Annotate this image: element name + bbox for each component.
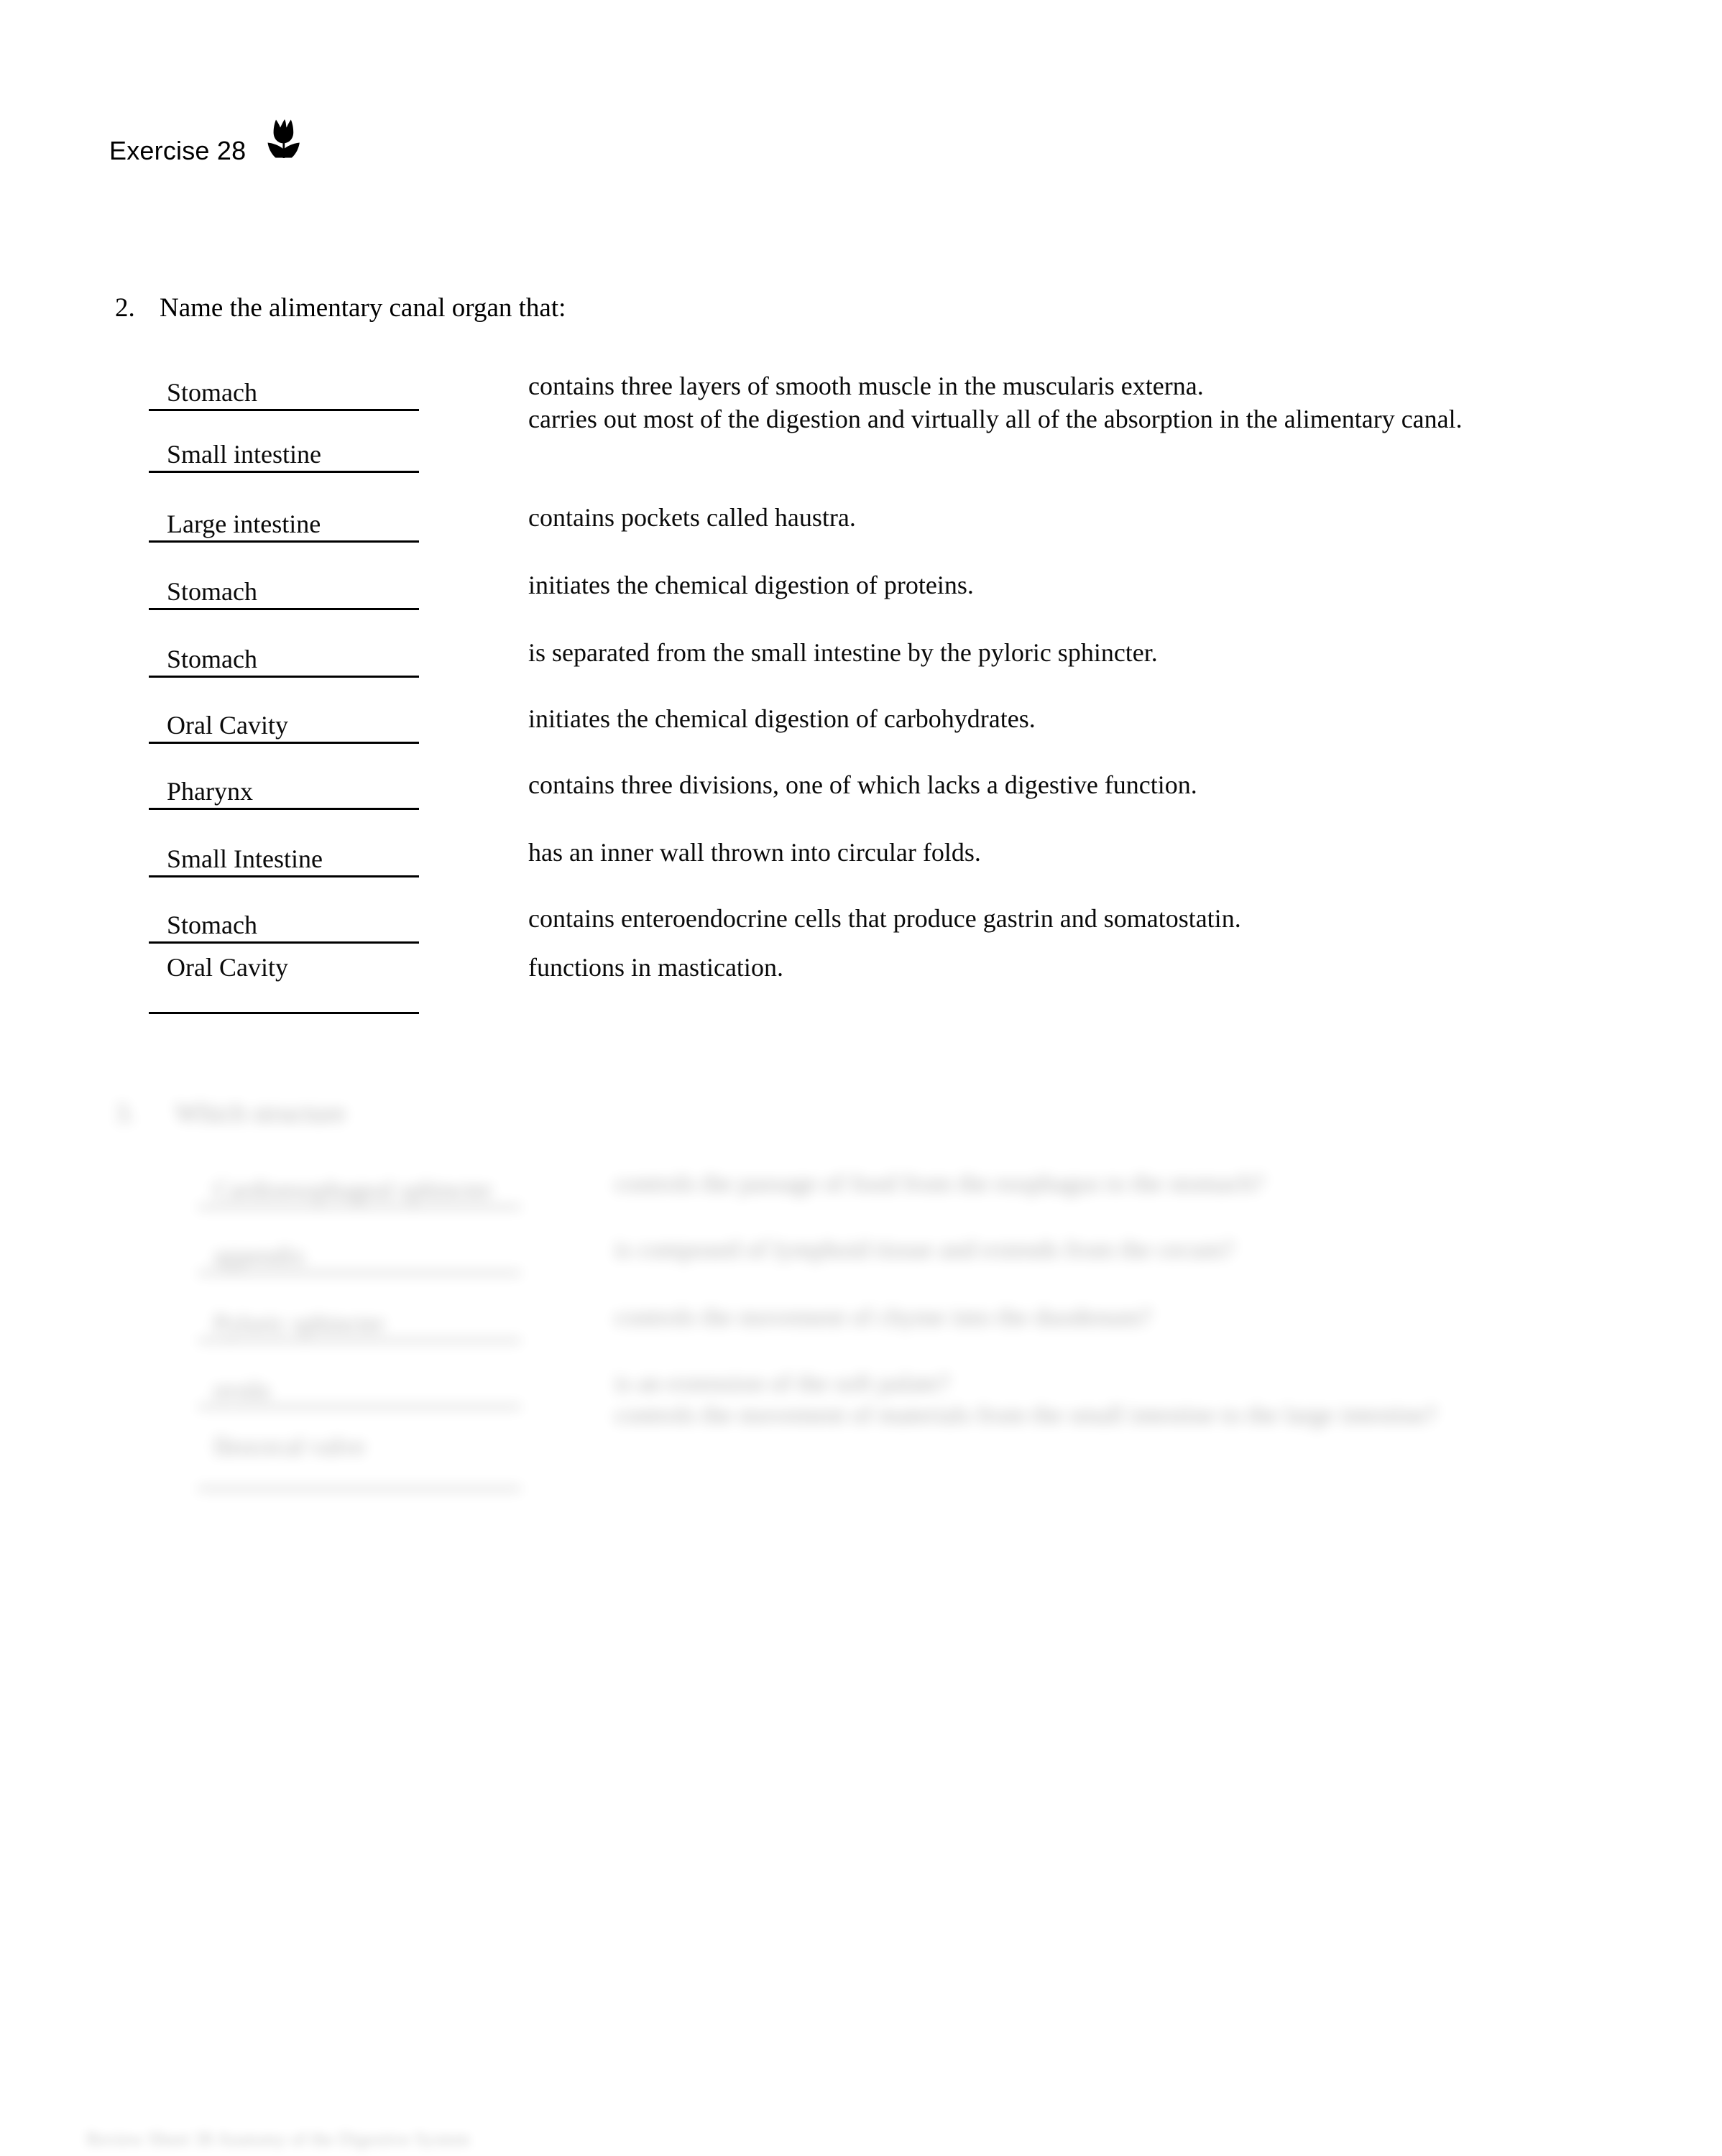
answer-value: Cardioesophageal sphincter: [213, 1176, 492, 1204]
answer-blank[interactable]: appendix: [198, 1234, 521, 1274]
answer-value: Pharynx: [167, 777, 253, 806]
answer-value: Ileocecal valve: [213, 1432, 365, 1460]
tulip-icon: [262, 119, 308, 162]
page-footer: Review Sheet 38 Anatomy of the Digestive…: [86, 2129, 470, 2150]
answer-description: functions in mastication.: [528, 953, 783, 982]
answer-value: Small Intestine: [167, 844, 323, 873]
answer-blank[interactable]: Stomach: [149, 903, 419, 944]
answer-value: Stomach: [167, 645, 257, 673]
answer-value: Stomach: [167, 911, 257, 939]
question-3-prompt: Which structure: [175, 1099, 346, 1128]
answer-value: Pyloric sphincter: [213, 1309, 385, 1337]
answer-description: carries out most of the digestion and vi…: [528, 405, 1463, 433]
answer-blank[interactable]: Stomach: [149, 371, 419, 411]
answer-row: Ileocecal valve controls the movement of…: [0, 1401, 1722, 1507]
question-3-rows: Cardioesophageal sphincter controls the …: [0, 1168, 1722, 1507]
answer-blank[interactable]: Stomach: [149, 637, 419, 678]
answer-blank[interactable]: Pharynx: [149, 770, 419, 810]
question-2-prompt: Name the alimentary canal organ that:: [160, 293, 566, 323]
question-2-header: 2. Name the alimentary canal organ that:: [0, 292, 1722, 325]
answer-blank[interactable]: Small intestine: [149, 433, 419, 473]
answer-row: appendix is composed of lymphoid tissue …: [0, 1234, 1722, 1304]
answer-value: Stomach: [167, 577, 257, 606]
answer-row: uvula is an extension of the soft palate…: [0, 1368, 1722, 1435]
answer-description: contains enteroendocrine cells that prod…: [528, 904, 1241, 933]
answer-row: Oral Cavity functions in mastication.: [0, 953, 1722, 1027]
answer-blank[interactable]: Oral Cavity: [149, 948, 419, 1014]
answer-description: controls the passage of food from the es…: [614, 1169, 1264, 1197]
page-title: Exercise 28: [109, 136, 247, 165]
answer-description: is composed of lymphoid tissue and exten…: [614, 1235, 1235, 1263]
answer-blank[interactable]: Oral Cavity: [149, 704, 419, 744]
answer-description: has an inner wall thrown into circular f…: [528, 838, 981, 867]
answer-value: Stomach: [167, 378, 257, 407]
answer-row: Stomach is separated from the small inte…: [0, 638, 1722, 708]
answer-row: Small intestine carries out most of the …: [0, 405, 1722, 507]
page-header: Exercise 28: [109, 119, 308, 165]
answer-row: Large intestine contains pockets called …: [0, 503, 1722, 574]
question-2-number: 2.: [115, 293, 135, 323]
answer-blank[interactable]: Ileocecal valve: [198, 1427, 521, 1490]
answer-blank[interactable]: uvula: [198, 1368, 521, 1408]
question-3-header: 3. Which structure: [0, 1098, 1722, 1129]
answer-row: Pyloric sphincter controls the movement …: [0, 1302, 1722, 1370]
answer-description: controls the movement of materials from …: [614, 1401, 1437, 1429]
answer-blank[interactable]: Small Intestine: [149, 837, 419, 877]
answer-row: Cardioesophageal sphincter controls the …: [0, 1168, 1722, 1237]
answer-description: is an extension of the soft palate?: [614, 1369, 950, 1397]
answer-description: controls the movement of chyme into the …: [614, 1303, 1152, 1331]
answer-row: Oral Cavity initiates the chemical diges…: [0, 704, 1722, 774]
question-2: 2. Name the alimentary canal organ that:…: [0, 292, 1722, 1014]
answer-description: initiates the chemical digestion of carb…: [528, 704, 1036, 733]
answer-description: contains pockets called haustra.: [528, 503, 856, 532]
answer-value: appendix: [213, 1242, 306, 1270]
answer-blank[interactable]: Stomach: [149, 570, 419, 610]
answer-row: Small Intestine has an inner wall thrown…: [0, 838, 1722, 908]
answer-value: Oral Cavity: [167, 711, 288, 740]
answer-blank[interactable]: Pyloric sphincter: [198, 1302, 521, 1342]
answer-row: Pharynx contains three divisions, one of…: [0, 770, 1722, 842]
answer-value: uvula: [213, 1376, 270, 1404]
answer-description: is separated from the small intestine by…: [528, 638, 1158, 667]
answer-value: Oral Cavity: [167, 953, 288, 982]
answer-blank[interactable]: Large intestine: [149, 502, 419, 543]
answer-value: Large intestine: [167, 510, 321, 538]
answer-description: contains three divisions, one of which l…: [528, 770, 1197, 799]
question-3: 3. Which structure Cardioesophageal sphi…: [0, 1098, 1722, 1507]
answer-value: Small intestine: [167, 440, 321, 469]
answer-blank[interactable]: Cardioesophageal sphincter: [198, 1168, 521, 1208]
answer-row: Stomach initiates the chemical digestion…: [0, 571, 1722, 642]
question-3-number: 3.: [115, 1099, 135, 1128]
answer-description: contains three layers of smooth muscle i…: [528, 372, 1204, 400]
question-2-rows: Stomach contains three layers of smooth …: [0, 372, 1722, 1027]
answer-description: initiates the chemical digestion of prot…: [528, 571, 974, 599]
